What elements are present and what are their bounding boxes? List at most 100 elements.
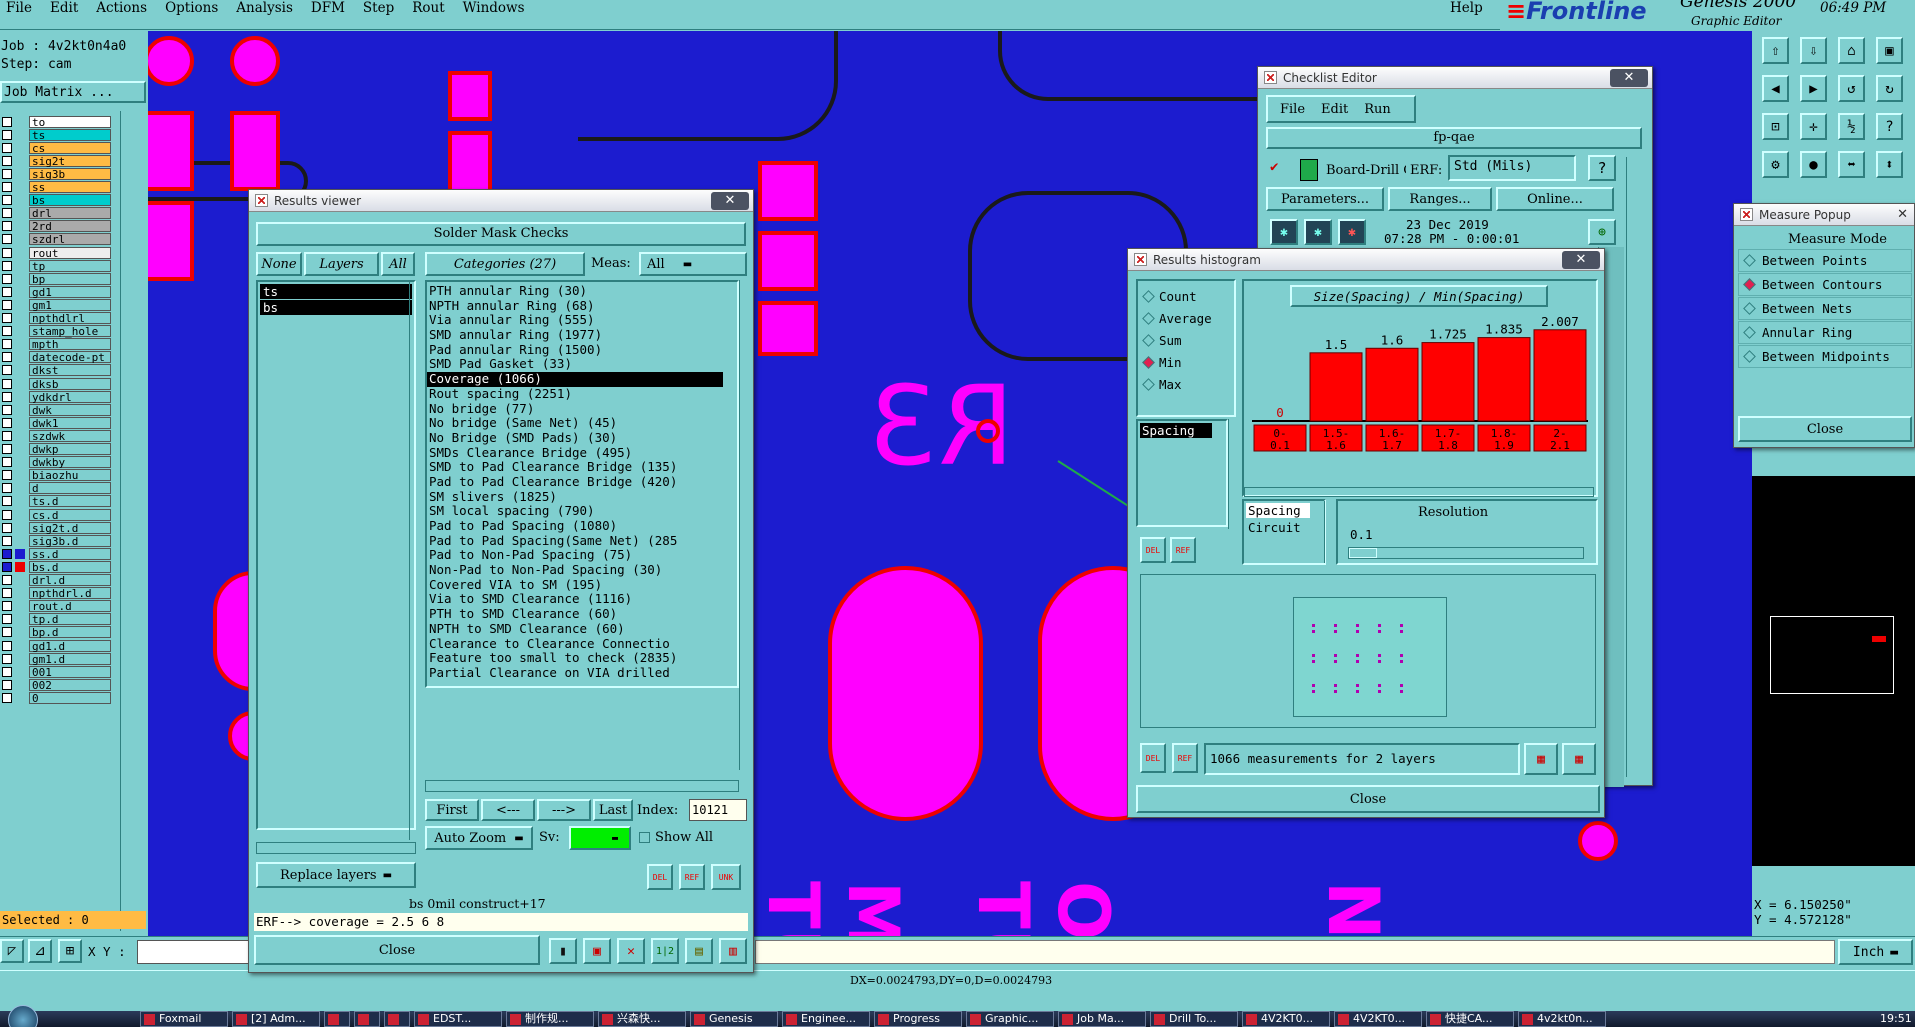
- export-icon[interactable]: ▦: [1524, 743, 1558, 775]
- layer-checkbox[interactable]: [2, 404, 12, 415]
- mode-sum[interactable]: Sum: [1138, 329, 1234, 351]
- category-item[interactable]: Rout spacing (2251): [427, 387, 737, 402]
- taskbar-button[interactable]: Foxmail: [140, 1011, 228, 1027]
- del-icon[interactable]: DEL: [1140, 537, 1166, 563]
- layer-checkbox[interactable]: [2, 286, 12, 297]
- layer-result-list[interactable]: ts bs: [256, 280, 416, 830]
- layer-row[interactable]: sig3b: [0, 167, 118, 180]
- fit-icon[interactable]: ⊡: [1762, 113, 1789, 140]
- taskbar-button[interactable]: [354, 1011, 380, 1027]
- category-item[interactable]: Pad annular Ring (1500): [427, 343, 737, 358]
- layer-checkbox[interactable]: [2, 561, 12, 572]
- layer-row[interactable]: cs.d: [0, 508, 118, 521]
- taskbar-button[interactable]: Genesis: [690, 1011, 778, 1027]
- checklist-menu-run[interactable]: Run: [1364, 102, 1391, 117]
- layer-row[interactable]: dksb: [0, 377, 118, 390]
- job-matrix-button[interactable]: Job Matrix ...: [0, 81, 146, 103]
- layer-row[interactable]: d: [0, 482, 118, 495]
- online-button[interactable]: Online...: [1496, 187, 1614, 211]
- del-icon[interactable]: DEL: [1140, 743, 1166, 773]
- last-button[interactable]: Last: [593, 799, 633, 821]
- run-all-icon[interactable]: ✱: [1304, 219, 1332, 245]
- measure-close-button[interactable]: Close: [1738, 416, 1912, 442]
- zoom-tool-icon[interactable]: ⊿: [28, 939, 52, 963]
- results-viewer-titlebar[interactable]: Results viewer ✕: [249, 190, 753, 212]
- checklist-row-name[interactable]: Board-Drill Che: [1326, 163, 1406, 178]
- layer-row[interactable]: npthdlrl: [0, 312, 118, 325]
- layer-row[interactable]: sig3b.d: [0, 534, 118, 547]
- layer-checkbox[interactable]: [2, 509, 12, 520]
- taskbar-button[interactable]: 4V2KT0...: [1242, 1011, 1330, 1027]
- layer-row[interactable]: ss: [0, 181, 118, 194]
- minimap[interactable]: [1752, 476, 1915, 866]
- field-item-spacing[interactable]: Spacing: [1246, 503, 1310, 518]
- taskbar-button[interactable]: 快捷CA...: [1426, 1011, 1514, 1027]
- histogram-series-list[interactable]: Spacing: [1136, 419, 1228, 527]
- layer-checkbox[interactable]: [2, 679, 12, 690]
- help-icon[interactable]: ?: [1876, 113, 1903, 140]
- help-button[interactable]: ?: [1588, 155, 1616, 181]
- index-input[interactable]: 10121: [689, 799, 747, 821]
- taskbar-button[interactable]: Enginee...: [782, 1011, 870, 1027]
- layer-checkbox[interactable]: [2, 575, 12, 585]
- preview-area[interactable]: [1293, 597, 1447, 717]
- sort-icon[interactable]: 1|2: [651, 938, 679, 964]
- layer-list-hscroll[interactable]: [256, 842, 416, 854]
- layer-checkbox[interactable]: [2, 326, 12, 337]
- taskbar-button[interactable]: EDST...: [414, 1011, 502, 1027]
- measure-icon[interactable]: ⬍: [1876, 151, 1903, 178]
- redo-icon[interactable]: ↻: [1876, 75, 1903, 102]
- checklist-menu-edit[interactable]: Edit: [1321, 102, 1348, 117]
- layer-row[interactable]: sig2t.d: [0, 521, 118, 534]
- histogram-titlebar[interactable]: Results histogram ✕: [1128, 249, 1604, 271]
- resolution-slider[interactable]: [1348, 547, 1584, 559]
- taskbar-button[interactable]: [384, 1011, 410, 1027]
- layer-row[interactable]: dwk: [0, 403, 118, 416]
- taskbar-button[interactable]: Graphic...: [966, 1011, 1054, 1027]
- taskbar-button[interactable]: 兴森快...: [598, 1011, 686, 1027]
- layout-icon[interactable]: ▣: [1876, 37, 1903, 64]
- layer-checkbox[interactable]: [2, 155, 12, 166]
- layer-checkbox[interactable]: [2, 627, 12, 638]
- layer-row[interactable]: cs: [0, 141, 118, 154]
- layer-checkbox[interactable]: [2, 129, 12, 140]
- category-item[interactable]: SMD annular Ring (1977): [427, 328, 737, 343]
- menu-analysis[interactable]: Analysis: [236, 0, 293, 16]
- layer-checkbox[interactable]: [2, 692, 12, 703]
- layer-row[interactable]: ydkdrl: [0, 390, 118, 403]
- histogram-close-button[interactable]: Close: [1136, 785, 1600, 813]
- parameters-button[interactable]: Parameters...: [1266, 187, 1384, 211]
- checklist-scrollbar[interactable]: [1626, 157, 1640, 777]
- layer-checkbox[interactable]: [2, 195, 12, 206]
- measure-titlebar[interactable]: Measure Popup ✕: [1734, 204, 1914, 226]
- layer-row[interactable]: szdwk: [0, 429, 118, 442]
- layer-checkbox[interactable]: [2, 457, 12, 468]
- layer-checkbox[interactable]: [2, 483, 12, 494]
- layer-row[interactable]: bp: [0, 272, 118, 285]
- category-item[interactable]: No Bridge (SMD Pads) (30): [427, 431, 737, 446]
- checklist-row-check[interactable]: ✔: [1270, 159, 1278, 175]
- forward-icon[interactable]: ▶: [1800, 75, 1827, 102]
- layer-checkbox[interactable]: [2, 601, 12, 612]
- layers-button[interactable]: Layers: [304, 252, 379, 276]
- layer-checkbox[interactable]: [2, 640, 12, 651]
- layer-row[interactable]: gm1: [0, 298, 118, 311]
- report-icon[interactable]: ▤: [685, 938, 713, 964]
- auto-zoom-dropdown[interactable]: Auto Zoom ▬: [425, 826, 533, 850]
- layer-row[interactable]: 002: [0, 678, 118, 691]
- category-item[interactable]: No bridge (77): [427, 402, 737, 417]
- layer-row[interactable]: 0: [0, 691, 118, 704]
- category-item[interactable]: Pad to Pad Spacing (1080): [427, 519, 737, 534]
- measure-option-between-nets[interactable]: Between Nets: [1738, 297, 1912, 320]
- layer-checkbox[interactable]: [2, 588, 12, 599]
- layer-row[interactable]: stamp_hole: [0, 325, 118, 338]
- layer-row[interactable]: rout.d: [0, 600, 118, 613]
- menu-help[interactable]: Help: [1450, 0, 1483, 16]
- mode-max[interactable]: Max: [1138, 373, 1234, 395]
- center-icon[interactable]: ✛: [1800, 113, 1827, 140]
- layer-checkbox[interactable]: [2, 234, 12, 245]
- ref-icon[interactable]: REF: [1172, 743, 1198, 773]
- layer-row[interactable]: dwkp: [0, 443, 118, 456]
- layer-color-icon[interactable]: ▮: [549, 938, 577, 964]
- layer-row[interactable]: tp.d: [0, 613, 118, 626]
